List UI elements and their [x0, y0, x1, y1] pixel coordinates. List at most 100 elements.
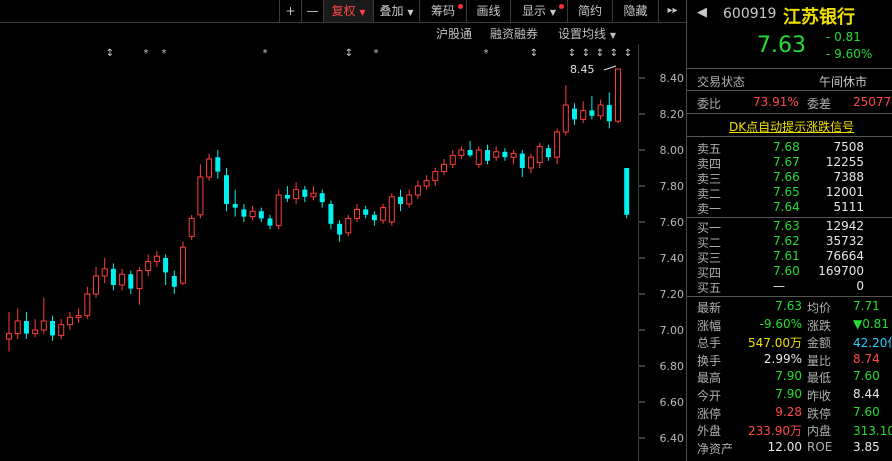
weibi-value: 73.91% [753, 95, 799, 109]
xianshi-dropdown[interactable]: 显示 ▼ [510, 0, 567, 22]
candle-body [14, 320, 21, 335]
hugutong-link[interactable]: 沪股通 [436, 25, 472, 43]
candle-body [449, 154, 456, 165]
stat-value: 8.44 [853, 387, 880, 401]
candlestick [345, 214, 352, 237]
y-axis-tick-label: 8.40 [660, 72, 685, 85]
candlestick [206, 153, 213, 181]
orderbook-price: 7.67 [773, 155, 800, 169]
candle-body [58, 324, 65, 336]
stat-value: -9.60% [759, 316, 802, 331]
weibi-label: 委比 [697, 97, 722, 111]
event-star-marker: * [263, 48, 268, 59]
y-axis-tick-label: 7.00 [660, 324, 685, 337]
candle-body [606, 105, 612, 122]
candle-body [580, 109, 587, 120]
stat-label: 均价 [807, 301, 832, 315]
stat-label: 外盘 [697, 424, 722, 439]
kline-chart[interactable]: 8.40 8.20 8.00 7.80 7.60 7.40 7.20 7.00 6.80 6.60… [0, 0, 686, 461]
orderbook-volume: 169700 [818, 264, 864, 278]
candle-body [153, 255, 160, 263]
stat-value: 7.90 [775, 369, 802, 384]
candle-body [536, 145, 543, 164]
candle-body [310, 192, 317, 198]
huaxian-button[interactable]: 画线 [466, 0, 510, 22]
quote-panel: ◀ 600919 江苏银行 7.63 - 0.81 - 9.60% 交易状态 午… [686, 0, 892, 461]
stat-label: 换手 [697, 353, 722, 368]
candlestick [293, 182, 300, 204]
candlestick [380, 204, 387, 224]
candlestick [153, 250, 160, 267]
event-marker: ↕ [596, 48, 604, 59]
candlestick [84, 286, 91, 320]
candlestick [597, 99, 604, 120]
kline-chart-panel[interactable]: 8.40 8.20 8.00 7.80 7.60 7.40 7.20 7.00 6.80 6.60… [0, 0, 686, 461]
orderbook-price: 7.61 [773, 249, 800, 263]
candle-body [414, 185, 421, 196]
divider [687, 90, 892, 91]
candlestick [615, 68, 621, 123]
orderbook-level-label: 买五 [697, 281, 722, 295]
candle-body [597, 104, 604, 117]
event-marker: ↕ [345, 48, 353, 59]
stat-label: 跌停 [807, 406, 832, 421]
chart-toolbar: + — 复权 ▼ 叠加 ▼ 筹码 画线 显示 ▼ 简约 隐藏 ▸▸ [0, 0, 686, 22]
candle-body [475, 149, 482, 165]
y-axis-tick-label: 6.60 [660, 396, 685, 409]
candlestick [249, 205, 256, 221]
stat-value: 42.20亿 [853, 336, 892, 351]
event-star-marker: * [374, 48, 379, 59]
price-change: - 0.81 [826, 30, 861, 44]
candlestick [171, 270, 177, 294]
zoom-in-button[interactable]: + [279, 0, 301, 22]
candle-body [110, 268, 116, 285]
candlestick [580, 101, 587, 123]
diejia-label: 叠加 [379, 4, 404, 18]
rongzi-link[interactable]: 融资融券 [490, 25, 538, 43]
candlestick [388, 193, 395, 226]
jianyue-button[interactable]: 简约 [567, 0, 612, 22]
candle-body [136, 270, 143, 290]
expand-right-icon[interactable]: ▸▸ [658, 0, 686, 22]
candle-body [354, 208, 360, 219]
stat-label: 金额 [807, 336, 832, 351]
ma-settings-dropdown[interactable]: 设置均线 ▼ [558, 25, 616, 43]
candlestick [328, 200, 334, 230]
candlestick [66, 312, 73, 330]
event-marker: ↕ [624, 48, 632, 59]
candlestick [432, 168, 439, 186]
candlestick [589, 96, 595, 120]
zoom-out-button[interactable]: — [301, 0, 323, 22]
candle-body [441, 163, 447, 173]
candle-body [502, 151, 508, 158]
candle-body [493, 151, 500, 158]
dk-signal-link[interactable]: DK点自动提示涨跌信号 [729, 118, 854, 135]
stat-label: 最高 [697, 371, 722, 386]
candlestick [50, 315, 55, 341]
stat-value: 7.90 [775, 387, 802, 401]
candle-body [66, 316, 73, 326]
candlestick [75, 308, 82, 323]
candle-body [467, 150, 473, 156]
stat-label: 涨幅 [697, 318, 722, 333]
diejia-dropdown[interactable]: 叠加 ▼ [373, 0, 419, 22]
candlestick [554, 128, 561, 165]
candle-body [302, 189, 308, 197]
trade-status-value: 午间休市 [819, 75, 868, 89]
event-star-marker: * [162, 48, 167, 59]
y-axis-tick-label: 8.00 [660, 144, 685, 157]
candle-body [615, 68, 621, 122]
candlestick [536, 142, 543, 168]
yincang-button[interactable]: 隐藏 [612, 0, 658, 22]
y-axis-tick-label: 7.80 [660, 180, 685, 193]
collapse-left-icon[interactable]: ◀ [697, 5, 707, 20]
candle-body [215, 157, 221, 172]
candle-body [519, 153, 525, 168]
candlestick [528, 153, 534, 174]
orderbook-volume: 76664 [825, 249, 864, 263]
candlestick [502, 148, 508, 161]
notification-dot [458, 4, 463, 9]
candle-body [32, 329, 39, 335]
fuquan-dropdown[interactable]: 复权 ▼ [323, 0, 373, 22]
stat-value: 2.99% [763, 351, 802, 366]
